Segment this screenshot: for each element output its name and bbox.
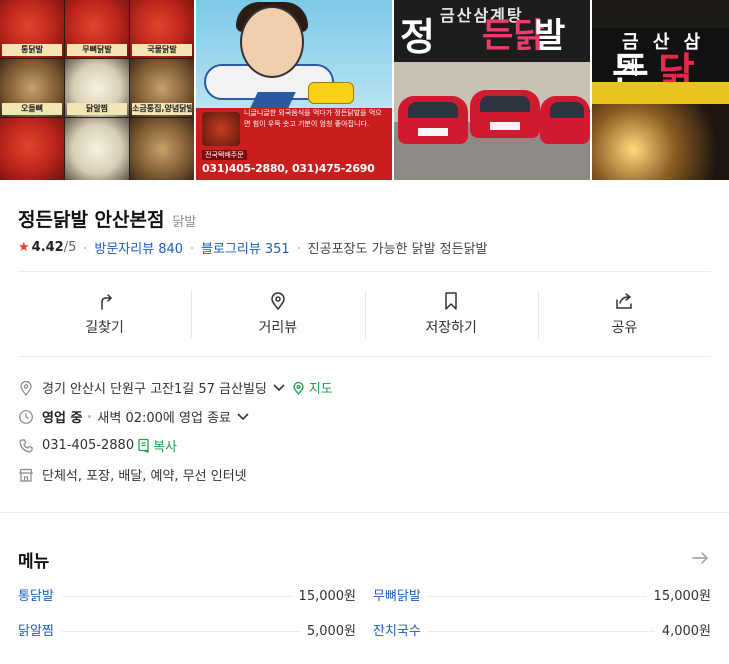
photo-strip: 통닭발 무뼈닭발 국물닭발 오돌뼈 닭알찜 소금통집,양념닭발 니글니글한 외국… bbox=[0, 0, 729, 180]
copy-icon bbox=[138, 438, 149, 453]
photo1-cell: 소금통집,양념닭발 bbox=[130, 59, 194, 117]
directions-icon bbox=[100, 294, 112, 310]
map-link[interactable]: 지도 bbox=[292, 378, 333, 397]
poster-tag: 전국택배주문 bbox=[202, 150, 247, 160]
photo-menu-board[interactable]: 통닭발 무뼈닭발 국물닭발 오돌뼈 닭알찜 소금통집,양념닭발 bbox=[0, 0, 194, 180]
photo1-cell: 닭알찜 bbox=[65, 59, 129, 117]
action-bar: 길찾기 거리뷰 저장하기 공유 bbox=[18, 286, 711, 342]
directions-button[interactable]: 길찾기 bbox=[18, 286, 191, 342]
street-view-button[interactable]: 거리뷰 bbox=[191, 286, 364, 342]
poster-text: 니글니글한 외국음식을 먹다가 정든닭발을 먹으면 힘이 우뚝 솟고 기분이 엄… bbox=[244, 109, 382, 128]
bookmark-icon bbox=[445, 292, 457, 310]
menu-item[interactable]: 무뼈닭발 15,000원 bbox=[373, 584, 711, 604]
amenities-row: 단체석, 포장, 배달, 예약, 무선 인터넷 bbox=[18, 465, 711, 484]
share-button[interactable]: 공유 bbox=[537, 286, 711, 342]
visitor-reviews-link[interactable]: 방문자리뷰 840 bbox=[94, 238, 183, 257]
location-pin-icon bbox=[271, 292, 285, 311]
menu-item[interactable]: 닭알찜 5,000원 bbox=[18, 619, 356, 639]
menu-item[interactable]: 잔치국수 4,000원 bbox=[373, 619, 711, 639]
clock-icon bbox=[18, 409, 34, 425]
hours-row: 영업 중 새벽 02:00에 영업 종료 bbox=[18, 407, 711, 426]
rating-max: /5 bbox=[63, 240, 77, 255]
star-icon: ★ bbox=[18, 240, 30, 255]
arrow-right-icon[interactable] bbox=[690, 550, 710, 566]
photo-night-sign[interactable]: 금 산 삼 계 든 닭 bbox=[592, 0, 729, 180]
menu-item[interactable]: 통닭발 15,000원 bbox=[18, 584, 356, 604]
save-button[interactable]: 저장하기 bbox=[364, 286, 538, 342]
poster-phone: 031)405-2880, 031)475-2690 bbox=[202, 162, 375, 175]
share-icon bbox=[616, 293, 633, 309]
hours-text: 새벽 02:00에 영업 종료 bbox=[97, 411, 231, 426]
address-expand-chevron-icon[interactable] bbox=[272, 381, 286, 395]
pin-icon bbox=[18, 380, 34, 396]
rating-value: 4.42 bbox=[31, 240, 64, 255]
blog-reviews-link[interactable]: 블로그리뷰 351 bbox=[201, 238, 290, 257]
menu-section-title: 메뉴 bbox=[18, 552, 50, 572]
open-status: 영업 중 bbox=[42, 411, 83, 426]
store-icon bbox=[18, 467, 34, 483]
place-title: 정든닭발 안산본점 bbox=[18, 209, 165, 231]
photo1-cell: 국물닭발 bbox=[130, 0, 194, 58]
photo-poster[interactable]: 니글니글한 외국음식을 먹다가 정든닭발을 먹으면 힘이 우뚝 솟고 기분이 엄… bbox=[196, 0, 392, 180]
phone-row: 031-405-2880 복사 bbox=[18, 436, 711, 455]
photo-storefront[interactable]: 금산삼계탕 정 든닭 발 bbox=[394, 0, 590, 180]
photo1-cell: 오돌뼈 bbox=[0, 59, 64, 117]
hours-expand-chevron-icon[interactable] bbox=[236, 410, 250, 424]
map-pin-icon bbox=[293, 381, 304, 395]
phone-icon bbox=[18, 438, 34, 454]
address-text: 경기 안산시 단원구 고잔1길 57 금산빌딩 bbox=[42, 382, 267, 397]
photo1-cell: 통닭발 bbox=[0, 0, 64, 58]
copy-button[interactable]: 복사 bbox=[137, 436, 177, 455]
phone-number[interactable]: 031-405-2880 bbox=[42, 438, 134, 453]
place-category: 닭발 bbox=[172, 215, 197, 230]
address-row: 경기 안산시 단원구 고잔1길 57 금산빌딩 지도 bbox=[18, 378, 711, 397]
place-tagline: 진공포장도 가능한 닭발 정든닭발 bbox=[307, 242, 488, 257]
photo1-cell: 무뼈닭발 bbox=[65, 0, 129, 58]
amenities-text: 단체석, 포장, 배달, 예약, 무선 인터넷 bbox=[42, 469, 247, 484]
menu-list: 통닭발 15,000원 무뼈닭발 15,000원 닭알찜 5,000원 잔치국수 4,0… bbox=[18, 584, 711, 639]
place-meta: ★ 4.42 /5 방문자리뷰 840 블로그리뷰 351 진공포장도 가능한 닭발… bbox=[18, 238, 488, 257]
